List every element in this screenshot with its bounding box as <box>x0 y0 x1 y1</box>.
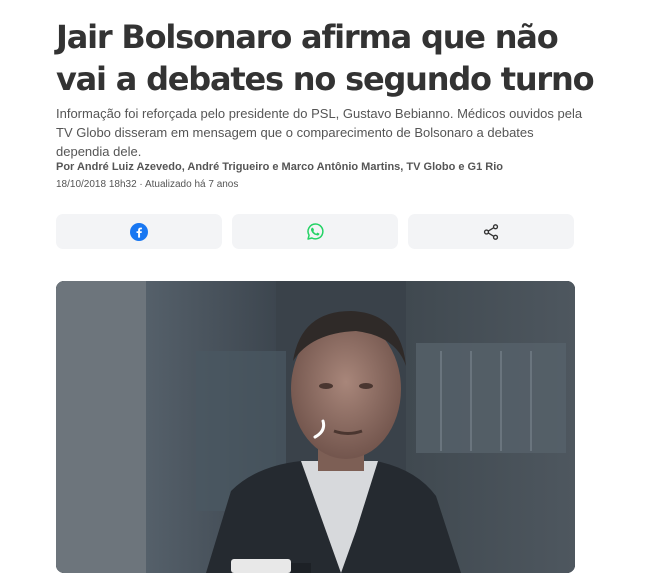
whatsapp-icon <box>306 223 324 240</box>
share-whatsapp-button[interactable] <box>232 214 398 249</box>
article-byline: Por André Luiz Azevedo, André Trigueiro … <box>56 161 503 173</box>
article-title: Jair Bolsonaro afirma que não vai a deba… <box>56 18 595 98</box>
article-subtitle: Informação foi reforçada pelo presidente… <box>56 106 583 159</box>
share-icon <box>483 223 499 240</box>
article-timestamp: 18/10/2018 18h32 · Atualizado há 7 anos <box>56 179 239 190</box>
loading-spinner-icon <box>313 419 326 439</box>
share-facebook-button[interactable] <box>56 214 222 249</box>
share-bar <box>56 214 576 249</box>
share-generic-button[interactable] <box>408 214 574 249</box>
video-player[interactable] <box>56 281 575 573</box>
facebook-icon <box>130 222 148 241</box>
